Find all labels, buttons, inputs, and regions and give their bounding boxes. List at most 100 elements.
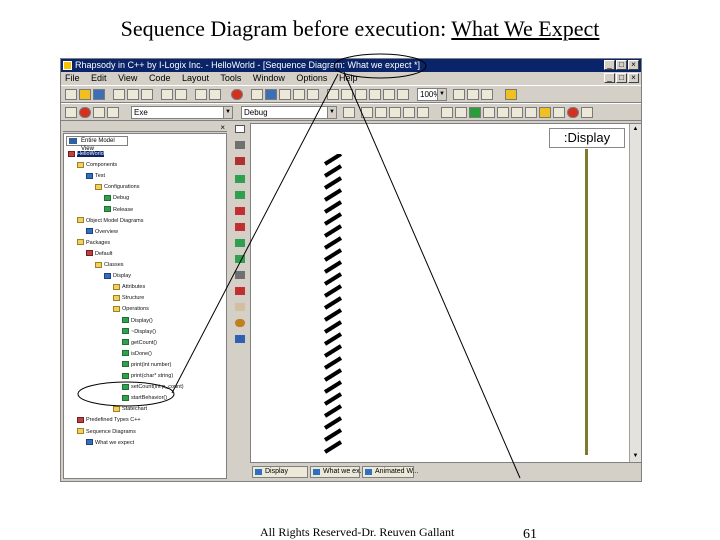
display-lifeline[interactable] [585,149,588,455]
menu-options[interactable]: Options [296,73,327,83]
close-button[interactable]: × [628,60,639,70]
generate-icon[interactable] [93,107,105,118]
menu-file[interactable]: File [65,73,80,83]
tree-item[interactable]: Structure [113,294,144,302]
diagram-icon[interactable] [279,89,291,100]
ucd-icon[interactable] [327,89,339,100]
open-icon[interactable] [79,89,91,100]
tree-item[interactable]: ~Display() [122,328,156,336]
zoom-out-icon[interactable] [467,89,479,100]
tree-item[interactable]: Predefined Types C++ [77,416,141,424]
tab-what-we-expect[interactable]: What we ex... [310,466,365,478]
activity-icon[interactable] [355,89,367,100]
minimize-button[interactable]: _ [604,60,615,70]
tracing-icon[interactable] [361,107,373,118]
zoom-fit-icon[interactable] [481,89,493,100]
tree-item[interactable]: Display() [122,317,153,325]
menu-view[interactable]: View [118,73,137,83]
go-event-icon[interactable] [497,107,509,118]
tree-item[interactable]: Overview [86,228,118,236]
command-prompt-icon[interactable] [525,107,537,118]
tree-item[interactable]: Object Model Diagrams [77,217,143,225]
go-idle-icon[interactable] [483,107,495,118]
close-icon[interactable]: × [220,123,225,132]
call-stack-icon[interactable] [389,107,401,118]
stop-make-icon[interactable] [79,107,91,118]
tree-item[interactable]: Debug [104,194,129,202]
sequence-icon[interactable] [307,89,319,100]
tab-animated[interactable]: Animated W... [362,466,419,478]
delete-icon[interactable] [231,89,243,100]
generate-event-icon[interactable] [539,107,551,118]
make-icon[interactable] [65,107,77,118]
breakpoint-icon[interactable] [553,107,565,118]
go-icon[interactable] [469,107,481,118]
tree-item[interactable]: Packages [77,239,110,247]
tree-item[interactable]: print(char* string) [122,372,173,380]
tree-item[interactable]: Statechart [113,405,147,413]
instance-tool-icon[interactable] [235,141,245,149]
create-arrow-tool-icon[interactable] [235,207,245,215]
break-icon[interactable] [511,107,523,118]
tree-item[interactable]: Release [104,206,133,214]
configuration-combo[interactable]: Exe ▼ [131,106,233,119]
timeout-tool-icon[interactable] [235,239,245,247]
state-tool-icon[interactable] [235,319,245,327]
component-diagram-icon[interactable] [383,89,395,100]
tree-item[interactable]: Components [77,161,117,169]
tree-item[interactable]: Attributes [113,283,145,291]
step-icon[interactable] [441,107,453,118]
reply-message-tool-icon[interactable] [235,191,245,199]
statechart-icon[interactable] [341,89,353,100]
undo-icon[interactable] [161,89,173,100]
vertical-scrollbar[interactable]: ▲ ▼ [629,124,641,462]
select-tool-icon[interactable] [235,125,245,133]
redo-icon[interactable] [175,89,187,100]
menu-help[interactable]: Help [339,73,358,83]
slide-title-link[interactable]: What We Expect [451,16,599,41]
sequence-diagram-canvas[interactable]: :Display ▲ ▼ [250,123,641,463]
tree-item[interactable]: getCount() [122,339,157,347]
tree-item[interactable]: Operations [113,305,149,313]
message-tool-icon[interactable] [235,175,245,183]
menu-edit[interactable]: Edit [91,73,107,83]
partition-line-tool-icon[interactable] [235,303,245,311]
cancel-timeout-tool-icon[interactable] [235,255,245,263]
omd-icon[interactable] [293,89,305,100]
doc-close-button[interactable]: × [628,73,639,83]
zoom-in-icon[interactable] [453,89,465,100]
maximize-button[interactable]: □ [616,60,627,70]
find-icon[interactable] [195,89,207,100]
browser-view-combo[interactable]: Entire Model View [66,136,128,152]
copy-icon[interactable] [127,89,139,100]
tree-item[interactable]: Sequence Diagrams [77,428,136,436]
paste-icon[interactable] [141,89,153,100]
doc-minimize-button[interactable]: _ [604,73,615,83]
cut-icon[interactable] [113,89,125,100]
tree-item[interactable]: Default [86,250,112,258]
tree-item[interactable]: print(int number) [122,361,171,369]
tree-item[interactable]: Test [86,172,105,180]
scroll-down-icon[interactable]: ▼ [631,452,640,461]
tree-item[interactable]: HelloWorld [68,150,104,158]
go-step-icon[interactable] [455,107,467,118]
menu-tools[interactable]: Tools [220,73,241,83]
watch-icon[interactable] [417,107,429,118]
note-tool-icon[interactable] [235,335,245,343]
features-icon[interactable] [265,89,277,100]
display-instance-box[interactable]: :Display [549,128,625,148]
run-icon[interactable] [107,107,119,118]
condition-mark-tool-icon[interactable] [235,287,245,295]
new-icon[interactable] [65,89,77,100]
tab-display[interactable]: Display [252,466,308,478]
system-border-tool-icon[interactable] [235,157,245,165]
tree-item[interactable]: Classes [95,261,124,269]
time-interval-tool-icon[interactable] [235,271,245,279]
browser-icon[interactable] [251,89,263,100]
component-combo[interactable]: Debug ▼ [241,106,337,119]
save-icon[interactable] [93,89,105,100]
system-border-lifeline[interactable] [321,154,343,454]
deployment-icon[interactable] [397,89,409,100]
threads-icon[interactable] [581,107,593,118]
window-titlebar[interactable]: Rhapsody in C++ by I-Logix Inc. - HelloW… [61,59,641,72]
